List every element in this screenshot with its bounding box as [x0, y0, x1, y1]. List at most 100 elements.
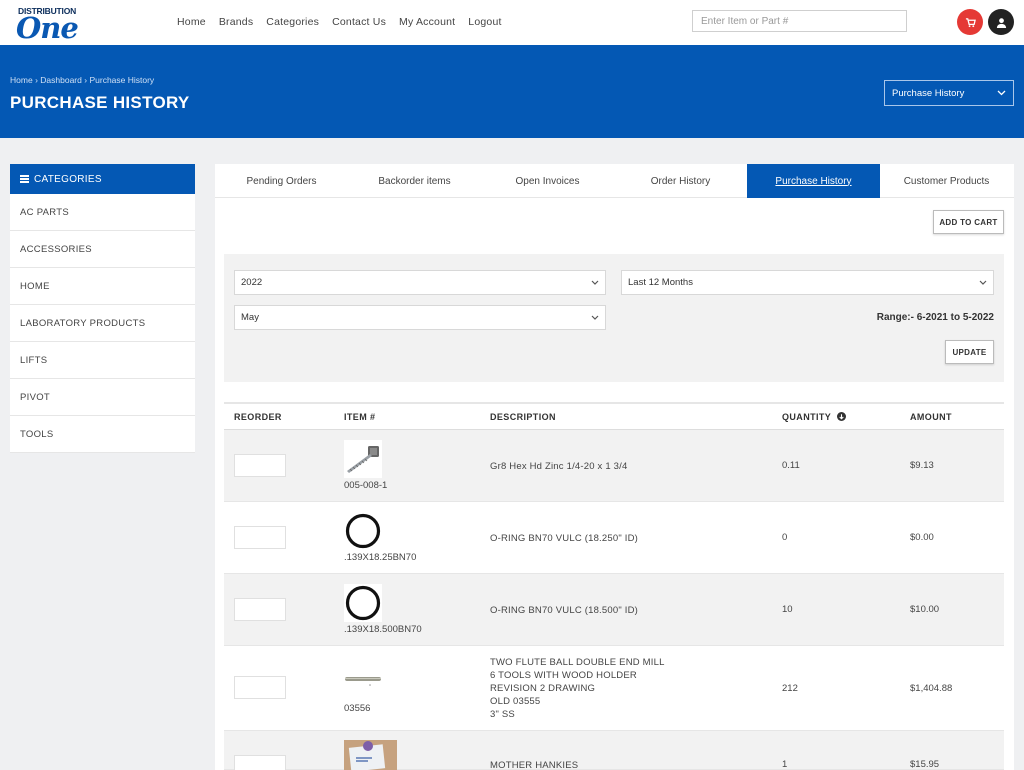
category-accessories[interactable]: ACCESSORIES	[10, 231, 195, 268]
item-number[interactable]: 03556	[344, 703, 370, 714]
reorder-qty-input[interactable]	[234, 676, 286, 699]
category-home[interactable]: HOME	[10, 268, 195, 305]
breadcrumb-dashboard[interactable]: Dashboard	[40, 75, 82, 85]
bolt-icon	[347, 446, 379, 473]
description-line: REVISION 2 DRAWING	[490, 683, 596, 694]
item-number[interactable]: 005-008-1	[344, 480, 387, 491]
categories-heading: CATEGORIES	[10, 164, 195, 194]
tab-customer-products[interactable]: Customer Products	[880, 164, 1013, 198]
table-row: 03556 TWO FLUTE BALL DOUBLE END MILL 6 T…	[224, 646, 1004, 731]
tab-open-invoices[interactable]: Open Invoices	[481, 164, 614, 198]
table-row: MOTHER HANKIES 1 $15.95	[224, 731, 1004, 770]
chevron-down-icon	[591, 315, 599, 320]
amount-value: $9.13	[910, 460, 934, 471]
table-header: REORDER ITEM # DESCRIPTION QUANTITY AMOU…	[224, 402, 1004, 430]
year-select-value: 2022	[241, 277, 263, 288]
quantity-value: 10	[782, 604, 793, 615]
end-mill-icon	[345, 677, 381, 686]
month-select-value: May	[241, 312, 259, 323]
item-description: Gr8 Hex Hd Zinc 1/4-20 x 1 3/4	[490, 460, 627, 473]
item-description: MOTHER HANKIES	[490, 759, 578, 770]
item-description: O-RING BN70 VULC (18.250" ID)	[490, 532, 638, 545]
add-to-cart-button[interactable]: ADD TO CART	[933, 210, 1004, 234]
sort-arrow-icon[interactable]	[837, 412, 846, 421]
amount-value: $0.00	[910, 532, 934, 543]
table-row: 005-008-1 Gr8 Hex Hd Zinc 1/4-20 x 1 3/4…	[224, 430, 1004, 502]
nav-home[interactable]: Home	[177, 16, 206, 28]
top-bar: DISTRIBUTION One Home Brands Categories …	[0, 0, 1024, 45]
item-description: O-RING BN70 VULC (18.500" ID)	[490, 604, 638, 617]
page-selector-value: Purchase History	[892, 87, 965, 99]
category-lifts[interactable]: LIFTS	[10, 342, 195, 379]
date-range-label: Range:- 6-2021 to 5-2022	[876, 312, 994, 323]
brand-logo[interactable]: DISTRIBUTION One	[16, 6, 79, 45]
update-button[interactable]: UPDATE	[945, 340, 994, 364]
account-button[interactable]	[988, 9, 1014, 35]
chevron-down-icon	[591, 280, 599, 285]
nav-my-account[interactable]: My Account	[399, 16, 455, 28]
col-description: DESCRIPTION	[490, 412, 556, 422]
description-line: 3" SS	[490, 709, 515, 720]
tab-purchase-history[interactable]: Purchase History	[747, 164, 880, 198]
logo-line2: One	[16, 11, 79, 45]
period-select[interactable]: Last 12 Months	[621, 270, 994, 295]
category-pivot[interactable]: PIVOT	[10, 379, 195, 416]
nav-categories[interactable]: Categories	[266, 16, 319, 28]
item-number[interactable]: .139X18.25BN70	[344, 552, 416, 563]
reorder-qty-input[interactable]	[234, 598, 286, 621]
table-row: .139X18.500BN70 O-RING BN70 VULC (18.500…	[224, 574, 1004, 646]
reorder-qty-input[interactable]	[234, 755, 286, 770]
main-nav: Home Brands Categories Contact Us My Acc…	[177, 16, 515, 28]
month-select[interactable]: May	[234, 305, 606, 330]
tab-order-history[interactable]: Order History	[614, 164, 747, 198]
description-line: 6 TOOLS WITH WOOD HOLDER	[490, 670, 637, 681]
quantity-value: 1	[782, 759, 788, 770]
quantity-value: 0	[782, 532, 788, 543]
category-tools[interactable]: TOOLS	[10, 416, 195, 453]
amount-value: $1,404.88	[910, 683, 953, 694]
breadcrumb-separator: ›	[35, 75, 38, 85]
description-line: OLD 03555	[490, 696, 541, 707]
col-quantity[interactable]: QUANTITY	[782, 412, 831, 422]
page-banner: Home › Dashboard › Purchase History PURC…	[0, 45, 1024, 138]
tab-pending-orders[interactable]: Pending Orders	[215, 164, 348, 198]
item-number[interactable]: .139X18.500BN70	[344, 624, 422, 635]
categories-heading-label: CATEGORIES	[34, 173, 102, 185]
description-line: O-RING BN70 VULC (18.250" ID)	[490, 533, 639, 544]
categories-sidebar: CATEGORIES AC PARTS ACCESSORIES HOME LAB…	[10, 164, 195, 453]
reorder-qty-input[interactable]	[234, 454, 286, 477]
year-select[interactable]: 2022	[234, 270, 606, 295]
product-image[interactable]	[344, 740, 397, 770]
o-ring-icon	[345, 585, 381, 621]
reorder-qty-input[interactable]	[234, 526, 286, 549]
account-tabs: Pending Orders Backorder items Open Invo…	[215, 164, 1014, 198]
page-title: PURCHASE HISTORY	[10, 93, 190, 112]
cart-button[interactable]	[957, 9, 983, 35]
description-line: O-RING BN70 VULC (18.500" ID)	[490, 605, 639, 616]
amount-value: $10.00	[910, 604, 940, 615]
chevron-down-icon	[979, 280, 987, 285]
cart-icon	[965, 17, 976, 27]
breadcrumb-home[interactable]: Home	[10, 75, 33, 85]
product-image[interactable]	[344, 440, 382, 478]
nav-logout[interactable]: Logout	[468, 16, 501, 28]
user-icon	[996, 17, 1006, 28]
amount-value: $15.95	[910, 759, 940, 770]
description-line: Gr8 Hex Hd Zinc 1/4-20 x 1 3/4	[490, 461, 628, 472]
main-panel: Pending Orders Backorder items Open Invo…	[215, 164, 1014, 770]
hankies-icon	[344, 740, 397, 770]
quantity-value: 212	[782, 683, 798, 694]
nav-brands[interactable]: Brands	[219, 16, 253, 28]
product-image[interactable]	[344, 668, 382, 690]
breadcrumb-separator: ›	[84, 75, 88, 85]
tab-backorder-items[interactable]: Backorder items	[348, 164, 481, 198]
category-ac-parts[interactable]: AC PARTS	[10, 194, 195, 231]
category-laboratory-products[interactable]: LABORATORY PRODUCTS	[10, 305, 195, 342]
nav-contact-us[interactable]: Contact Us	[332, 16, 386, 28]
product-image[interactable]	[344, 512, 382, 550]
page-selector-dropdown[interactable]: Purchase History	[884, 80, 1014, 106]
search-input[interactable]	[692, 10, 907, 32]
product-image[interactable]	[344, 584, 382, 622]
filter-panel: 2022 Last 12 Months May Range:- 6-2021 t…	[224, 254, 1004, 382]
breadcrumb: Home › Dashboard › Purchase History	[10, 75, 154, 85]
